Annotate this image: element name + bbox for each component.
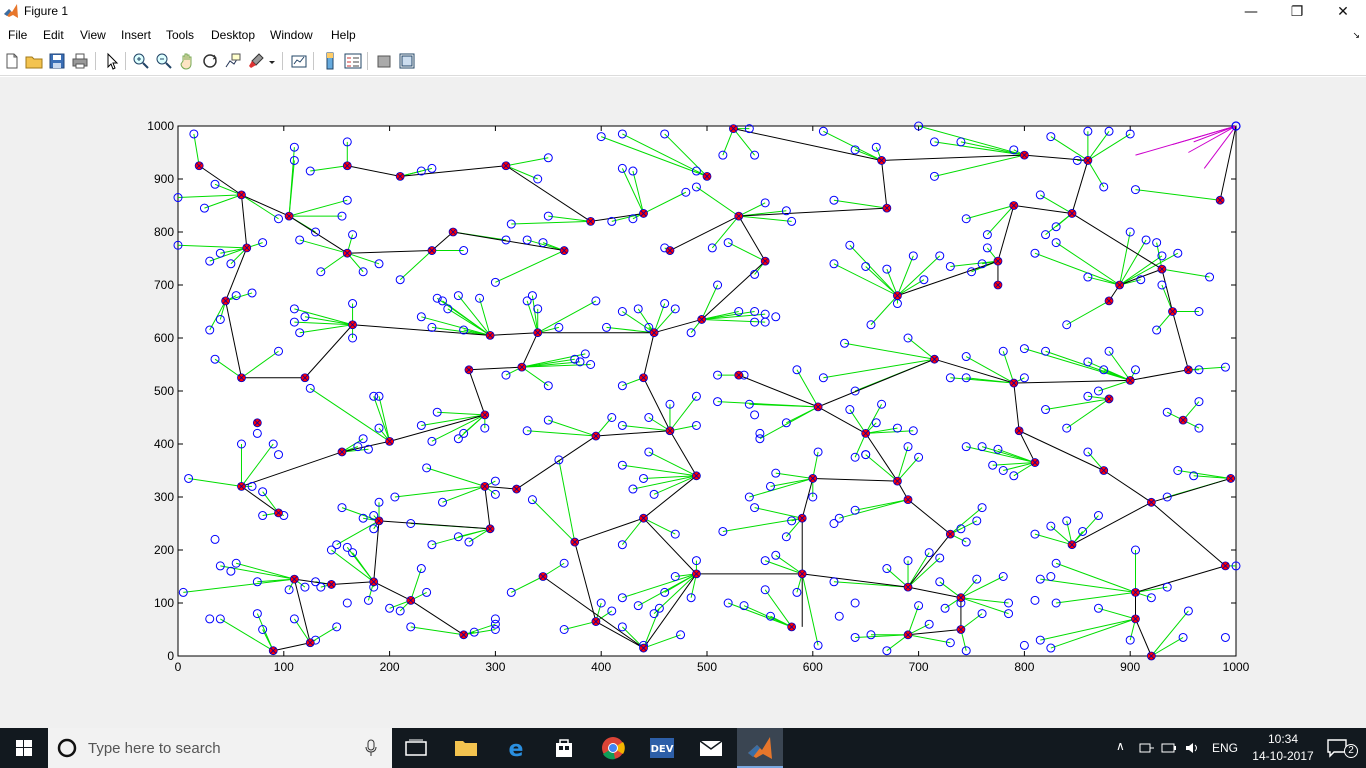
y-tick-label: 1000 xyxy=(147,119,174,133)
toolbar-separator xyxy=(282,52,283,70)
matlab-icon xyxy=(748,737,772,759)
x-tick-label: 700 xyxy=(909,660,929,674)
network-scatter-plot[interactable]: 0 100 200 300 400 500 600 700 800 900 1000 0 100 200 3… xyxy=(0,77,1366,729)
minimize-icon: — xyxy=(1244,4,1258,20)
insert-legend-icon[interactable] xyxy=(343,51,363,71)
x-tick-label: 900 xyxy=(1120,660,1140,674)
y-tick-label: 100 xyxy=(154,596,174,610)
hide-plot-tools-icon[interactable] xyxy=(374,51,394,71)
maximize-icon: ❐ xyxy=(1290,4,1304,20)
cortana-icon xyxy=(57,738,77,758)
figure-canvas: 0 100 200 300 400 500 600 700 800 900 1000 0 100 200 3… xyxy=(0,77,1366,729)
close-icon: ✕ xyxy=(1337,4,1349,20)
y-tick-label: 300 xyxy=(154,490,174,504)
figure-toolbar xyxy=(0,48,1366,76)
search-placeholder: Type here to search xyxy=(88,740,221,757)
show-hidden-icons-icon[interactable]: ∧ xyxy=(1116,739,1125,753)
clock-date: 14-10-2017 xyxy=(1252,749,1314,763)
edge-icon[interactable]: e xyxy=(500,732,532,764)
y-tick-label: 400 xyxy=(154,437,174,451)
menu-bar: File Edit View Insert Tools Desktop Wind… xyxy=(0,24,1366,48)
menu-window[interactable]: Window xyxy=(270,28,313,42)
matlab-taskbar-button[interactable] xyxy=(737,728,783,768)
window-title: Figure 1 xyxy=(24,4,69,18)
microphone-icon[interactable] xyxy=(364,739,378,757)
menu-desktop[interactable]: Desktop xyxy=(211,28,255,42)
data-cursor-icon[interactable] xyxy=(223,51,243,71)
x-tick-label: 200 xyxy=(380,660,400,674)
link-plot-icon[interactable] xyxy=(289,51,309,71)
brush-icon[interactable] xyxy=(246,51,266,71)
menu-edit[interactable]: Edit xyxy=(43,28,64,42)
windows-taskbar: Type here to search e DEV ∧ ENG 10:34 14… xyxy=(0,728,1366,768)
mail-icon[interactable] xyxy=(695,732,727,764)
taskbar-search-input[interactable]: Type here to search xyxy=(48,728,392,768)
menu-file[interactable]: File xyxy=(8,28,27,42)
toolbar-separator xyxy=(313,52,314,70)
rotate-3d-icon[interactable] xyxy=(200,51,220,71)
chrome-icon[interactable] xyxy=(597,732,629,764)
x-tick-label: 400 xyxy=(591,660,611,674)
power-icon[interactable] xyxy=(1160,740,1178,756)
action-center-button[interactable]: 2 xyxy=(1320,728,1366,768)
show-plot-tools-icon[interactable] xyxy=(397,51,417,71)
x-tick-label: 0 xyxy=(175,660,182,674)
minimize-button[interactable]: — xyxy=(1228,0,1274,24)
pan-hand-icon[interactable] xyxy=(177,51,197,71)
x-tick-label: 300 xyxy=(485,660,505,674)
insert-colorbar-icon[interactable] xyxy=(320,51,340,71)
svg-text:DEV: DEV xyxy=(651,744,674,755)
y-tick-label: 600 xyxy=(154,331,174,345)
windows-start-icon[interactable] xyxy=(0,728,48,768)
system-tray: ∧ xyxy=(1112,728,1212,768)
y-tick-label: 900 xyxy=(154,172,174,186)
clock-time: 10:34 xyxy=(1267,732,1299,746)
toolbar-separator xyxy=(367,52,368,70)
dev-cpp-icon[interactable]: DEV xyxy=(646,732,678,764)
menu-help[interactable]: Help xyxy=(331,28,356,42)
y-tick-label: 500 xyxy=(154,384,174,398)
x-tick-label: 800 xyxy=(1014,660,1034,674)
store-icon[interactable] xyxy=(548,732,580,764)
language-indicator[interactable]: ENG xyxy=(1212,741,1238,755)
notification-badge: 2 xyxy=(1344,744,1358,758)
menu-insert[interactable]: Insert xyxy=(121,28,151,42)
y-tick-label: 200 xyxy=(154,543,174,557)
toolbar-separator xyxy=(95,52,96,70)
axes-background xyxy=(177,125,1237,657)
edit-plot-arrow-icon[interactable] xyxy=(102,51,122,71)
y-tick-label: 800 xyxy=(154,225,174,239)
x-tick-label: 1000 xyxy=(1223,660,1250,674)
y-tick-label: 700 xyxy=(154,278,174,292)
x-tick-label: 500 xyxy=(697,660,717,674)
y-tick-label: 0 xyxy=(167,649,174,663)
maximize-button[interactable]: ❐ xyxy=(1274,0,1320,24)
file-explorer-icon[interactable] xyxy=(450,732,482,764)
clock[interactable]: 10:34 14-10-2017 xyxy=(1250,728,1316,768)
task-view-icon[interactable] xyxy=(400,732,432,764)
brush-dropdown-icon[interactable] xyxy=(266,51,278,71)
matlab-logo-icon xyxy=(4,4,18,18)
zoom-in-icon[interactable] xyxy=(131,51,151,71)
toolbar-separator xyxy=(125,52,126,70)
close-button[interactable]: ✕ xyxy=(1320,0,1366,24)
network-icon[interactable] xyxy=(1138,740,1156,756)
volume-icon[interactable] xyxy=(1184,740,1202,756)
zoom-out-icon[interactable] xyxy=(154,51,174,71)
save-figure-icon[interactable] xyxy=(47,51,67,71)
open-file-icon[interactable] xyxy=(24,51,44,71)
new-figure-icon[interactable] xyxy=(2,51,22,71)
x-tick-label: 100 xyxy=(274,660,294,674)
menu-view[interactable]: View xyxy=(80,28,106,42)
title-bar: Figure 1 — ❐ ✕ xyxy=(0,0,1366,24)
menu-tools[interactable]: Tools xyxy=(166,28,194,42)
svg-text:e: e xyxy=(509,737,524,762)
dock-arrow-icon[interactable]: ↘ xyxy=(1352,30,1360,41)
x-tick-label: 600 xyxy=(803,660,823,674)
print-figure-icon[interactable] xyxy=(70,51,90,71)
